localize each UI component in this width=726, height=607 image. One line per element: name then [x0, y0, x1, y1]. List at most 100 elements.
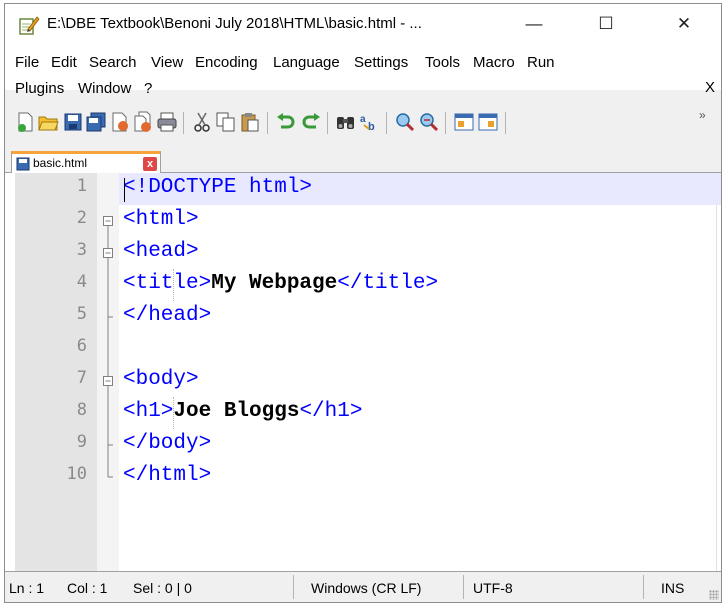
fold-minus-icon[interactable]	[101, 205, 115, 237]
code-editor[interactable]: 1 <!DOCTYPE html> 2 <html> 3 <head> 4 <t…	[5, 173, 721, 571]
status-separator	[293, 575, 294, 599]
code-text: </body>	[123, 432, 212, 455]
fold-minus-icon[interactable]	[101, 365, 115, 397]
code-text: <!DOCTYPE html>	[123, 176, 313, 199]
menu-tools[interactable]: Tools	[425, 54, 460, 71]
redo-icon[interactable]	[300, 111, 322, 133]
sync-vertical-icon[interactable]	[453, 111, 475, 133]
undo-icon[interactable]	[275, 111, 297, 133]
toolbar-separator	[327, 112, 328, 134]
line-number: 6	[76, 336, 87, 356]
code-text: <head>	[123, 240, 199, 263]
line-number: 4	[76, 272, 87, 292]
editor-line[interactable]: 1 <!DOCTYPE html>	[5, 173, 721, 205]
menu-settings[interactable]: Settings	[354, 54, 408, 71]
line-number: 10	[66, 464, 87, 484]
paste-icon[interactable]	[239, 111, 261, 133]
menu-bar: File Edit Search View Encoding Language …	[5, 44, 721, 97]
line-number: 1	[76, 176, 87, 196]
line-number: 3	[76, 240, 87, 260]
menu-encoding[interactable]: Encoding	[195, 54, 258, 71]
maximize-button[interactable]: ☐	[583, 8, 629, 40]
status-selection: Sel : 0 | 0	[133, 580, 192, 596]
editor-line[interactable]: 5 </head>	[5, 301, 721, 333]
menu-search[interactable]: Search	[89, 54, 137, 71]
code-text: <title>My Webpage</title>	[123, 272, 439, 295]
zoom-out-icon[interactable]	[418, 111, 440, 133]
toolbar-separator	[445, 112, 446, 134]
tab-close-button[interactable]: x	[143, 157, 157, 171]
toolbar-overflow-chevron[interactable]: »	[699, 108, 706, 122]
fold-line-icon	[107, 269, 109, 301]
status-encoding[interactable]: UTF-8	[473, 580, 513, 596]
status-separator	[463, 575, 464, 599]
new-file-icon[interactable]	[15, 111, 37, 133]
menu-help[interactable]: ?	[144, 80, 152, 97]
menu-language[interactable]: Language	[273, 54, 340, 71]
toolbar-separator	[386, 112, 387, 134]
line-number: 2	[76, 208, 87, 228]
saved-file-icon	[16, 157, 30, 171]
notepad-app-icon	[19, 16, 40, 35]
toolbar-separator	[183, 112, 184, 134]
title-bar[interactable]: E:\DBE Textbook\Benoni July 2018\HTML\ba…	[5, 4, 721, 44]
editor-line[interactable]: 2 <html>	[5, 205, 721, 237]
line-number: 5	[76, 304, 87, 324]
editor-line[interactable]: 10 </html>	[5, 461, 721, 493]
menu-plugins[interactable]: Plugins	[15, 80, 64, 97]
status-separator	[643, 575, 644, 599]
replace-icon[interactable]: ab	[359, 111, 381, 133]
fold-line-icon	[107, 333, 109, 365]
menu-macro[interactable]: Macro	[473, 54, 515, 71]
status-line: Ln : 1	[9, 580, 45, 596]
toolbar: ab »	[5, 107, 721, 141]
save-icon[interactable]	[62, 111, 84, 133]
tab-bar: basic.html x	[5, 144, 721, 174]
tab-basic-html[interactable]: basic.html x	[11, 151, 161, 174]
close-icon[interactable]	[109, 111, 131, 133]
find-icon[interactable]	[335, 111, 357, 133]
status-bar: Ln : 1 Col : 1 Sel : 0 | 0 Windows (CR L…	[5, 571, 721, 602]
editor-line[interactable]: 4 <title>My Webpage</title>	[5, 269, 721, 301]
status-column: Col : 1	[67, 580, 108, 596]
sync-horizontal-icon[interactable]	[477, 111, 499, 133]
fold-line-icon	[107, 397, 109, 429]
open-file-icon[interactable]	[37, 111, 59, 133]
menu-run[interactable]: Run	[527, 54, 555, 71]
line-number: 8	[76, 400, 87, 420]
line-number: 9	[76, 432, 87, 452]
code-text: <html>	[123, 208, 199, 231]
cut-icon[interactable]	[191, 111, 213, 133]
editor-line[interactable]: 8 <h1>Joe Bloggs</h1>	[5, 397, 721, 429]
save-all-icon[interactable]	[85, 111, 107, 133]
editor-line[interactable]: 6	[5, 333, 721, 365]
line-number: 7	[76, 368, 87, 388]
svg-text:a: a	[360, 114, 366, 125]
close-window-button[interactable]: ✕	[661, 8, 707, 40]
zoom-in-icon[interactable]	[394, 111, 416, 133]
resize-grip[interactable]	[709, 590, 719, 600]
svg-text:b: b	[368, 121, 375, 133]
menu-edit[interactable]: Edit	[51, 54, 77, 71]
copy-icon[interactable]	[215, 111, 237, 133]
editor-line[interactable]: 9 </body>	[5, 429, 721, 461]
fold-end-icon	[107, 429, 113, 461]
menu-file[interactable]: File	[15, 54, 39, 71]
status-insert-mode[interactable]: INS	[661, 580, 684, 596]
code-text: <body>	[123, 368, 199, 391]
menu-window[interactable]: Window	[78, 80, 131, 97]
print-icon[interactable]	[156, 111, 178, 133]
close-all-icon[interactable]	[132, 111, 154, 133]
toolbar-separator	[505, 112, 506, 134]
window-title: E:\DBE Textbook\Benoni July 2018\HTML\ba…	[47, 15, 422, 32]
fold-minus-icon[interactable]	[101, 237, 115, 269]
menu-view[interactable]: View	[151, 54, 183, 71]
toolbar-separator	[267, 112, 268, 134]
close-document-x[interactable]: X	[705, 79, 715, 96]
code-text: </html>	[123, 464, 212, 487]
text-caret	[124, 178, 125, 202]
editor-line[interactable]: 3 <head>	[5, 237, 721, 269]
minimize-button[interactable]: —	[511, 8, 557, 40]
status-line-ending[interactable]: Windows (CR LF)	[311, 580, 421, 596]
editor-line[interactable]: 7 <body>	[5, 365, 721, 397]
